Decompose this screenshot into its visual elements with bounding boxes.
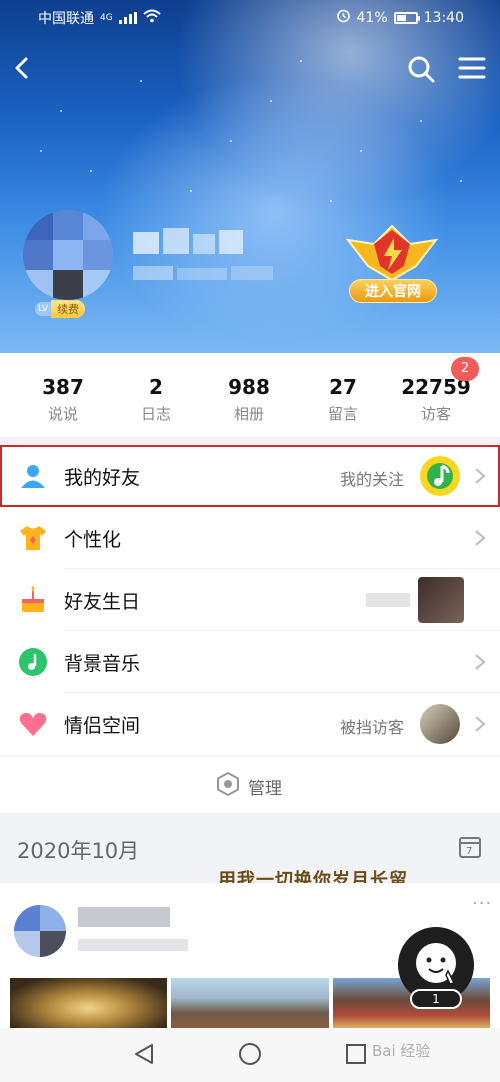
- photo-chandelier[interactable]: [10, 978, 168, 1028]
- post-meta-blurred: [78, 939, 188, 951]
- svg-text:7: 7: [466, 846, 472, 857]
- wifi-icon: [143, 9, 161, 27]
- stat-value: 988: [228, 375, 270, 399]
- heart-icon: [18, 709, 48, 739]
- stat-posts[interactable]: 387 说说: [18, 375, 108, 424]
- battery-icon: [393, 11, 420, 24]
- visitor-notification-badge: 2: [451, 357, 479, 381]
- nav-recents-icon[interactable]: [344, 1042, 368, 1070]
- official-site-button[interactable]: 进入官网: [349, 279, 437, 303]
- blocked-visitors-link[interactable]: 被挡访客: [340, 714, 404, 738]
- stat-label: 日志: [140, 405, 171, 423]
- chevron-right-icon: [474, 467, 486, 485]
- renew-button[interactable]: 续费: [51, 300, 86, 318]
- search-icon[interactable]: [406, 54, 436, 84]
- row-friend-birthdays[interactable]: 好友生日: [0, 569, 500, 631]
- calendar-icon[interactable]: 7: [458, 835, 482, 859]
- menu-list: 我的好友 我的关注 个性化 好友生日 背景音乐 情侣空间 被挡访客: [0, 445, 500, 755]
- birthday-name-blurred: [366, 593, 410, 607]
- vip-level-badge[interactable]: LV 续费: [35, 300, 86, 318]
- manage-button[interactable]: 管理: [0, 757, 500, 813]
- stat-visitors[interactable]: 22759 访客: [391, 375, 481, 424]
- feed-date: 2020年10月: [17, 839, 140, 863]
- floating-count-badge: 1: [410, 989, 462, 1009]
- row-label: 我的好友: [64, 467, 141, 489]
- friends-icon: [18, 461, 48, 491]
- music-app-icon: [420, 456, 460, 496]
- stat-label: 说说: [47, 405, 78, 423]
- alarm-icon: [336, 8, 351, 27]
- more-options-icon[interactable]: ···: [472, 893, 492, 914]
- row-label: 好友生日: [64, 591, 141, 613]
- level-label: LV: [35, 302, 52, 316]
- signature-blurred: [133, 266, 273, 280]
- photo-street[interactable]: [171, 978, 329, 1028]
- row-label: 个性化: [64, 529, 122, 551]
- battery-percent: 41%: [356, 9, 388, 26]
- signal-icon: [118, 12, 137, 24]
- cake-icon: [18, 585, 48, 615]
- hexagon-settings-icon: [216, 771, 240, 800]
- avatar: [23, 210, 113, 300]
- back-icon[interactable]: [10, 56, 34, 80]
- stat-messages[interactable]: 27 留言: [298, 375, 388, 424]
- friend-avatar: [418, 577, 464, 623]
- row-my-friends[interactable]: 我的好友 我的关注: [0, 445, 500, 507]
- clock: 13:40: [423, 9, 464, 26]
- stat-blog[interactable]: 2 日志: [111, 375, 201, 424]
- tshirt-icon: [18, 523, 48, 553]
- network-type: 4G: [100, 13, 113, 23]
- poster-name-blurred: [78, 907, 170, 927]
- cover-header: 中国联通 4G 41% 13:40 LV 续费 进入官网: [0, 0, 500, 353]
- nav-home-icon[interactable]: [238, 1042, 262, 1070]
- row-personalize[interactable]: 个性化: [0, 507, 500, 569]
- profile-avatar[interactable]: LV 续费: [23, 210, 113, 318]
- visitor-avatar: [420, 704, 460, 744]
- stat-label: 访客: [420, 405, 451, 423]
- chevron-right-icon: [474, 653, 486, 671]
- status-bar: 中国联通 4G 41% 13:40: [0, 0, 500, 34]
- row-couple-space[interactable]: 情侣空间 被挡访客: [0, 693, 500, 755]
- stat-value: 387: [42, 375, 84, 399]
- stat-label: 留言: [327, 405, 358, 423]
- nickname-blurred: [133, 228, 243, 256]
- row-label: 背景音乐: [64, 653, 141, 675]
- watermark: Bai 经验: [372, 1042, 431, 1060]
- my-follows-link[interactable]: 我的关注: [340, 466, 404, 490]
- qzone-profile-screen: 中国联通 4G 41% 13:40 LV 续费 进入官网 387 说说 2 日志…: [0, 0, 500, 1082]
- music-note-icon: [18, 647, 48, 677]
- stat-albums[interactable]: 988 相册: [204, 375, 294, 424]
- menu-icon[interactable]: [458, 56, 486, 80]
- stat-value: 27: [329, 375, 357, 399]
- row-label: 情侣空间: [64, 715, 141, 737]
- carrier-name: 中国联通: [38, 11, 94, 27]
- chevron-right-icon: [474, 715, 486, 733]
- chevron-right-icon: [474, 529, 486, 547]
- stat-label: 相册: [233, 405, 264, 423]
- poster-avatar[interactable]: [14, 905, 66, 957]
- row-background-music[interactable]: 背景音乐: [0, 631, 500, 693]
- stat-value: 2: [149, 375, 163, 399]
- nav-back-icon[interactable]: [132, 1042, 156, 1070]
- stats-bar: 387 说说 2 日志 988 相册 27 留言 22759 访客: [0, 353, 500, 437]
- manage-label: 管理: [248, 778, 282, 799]
